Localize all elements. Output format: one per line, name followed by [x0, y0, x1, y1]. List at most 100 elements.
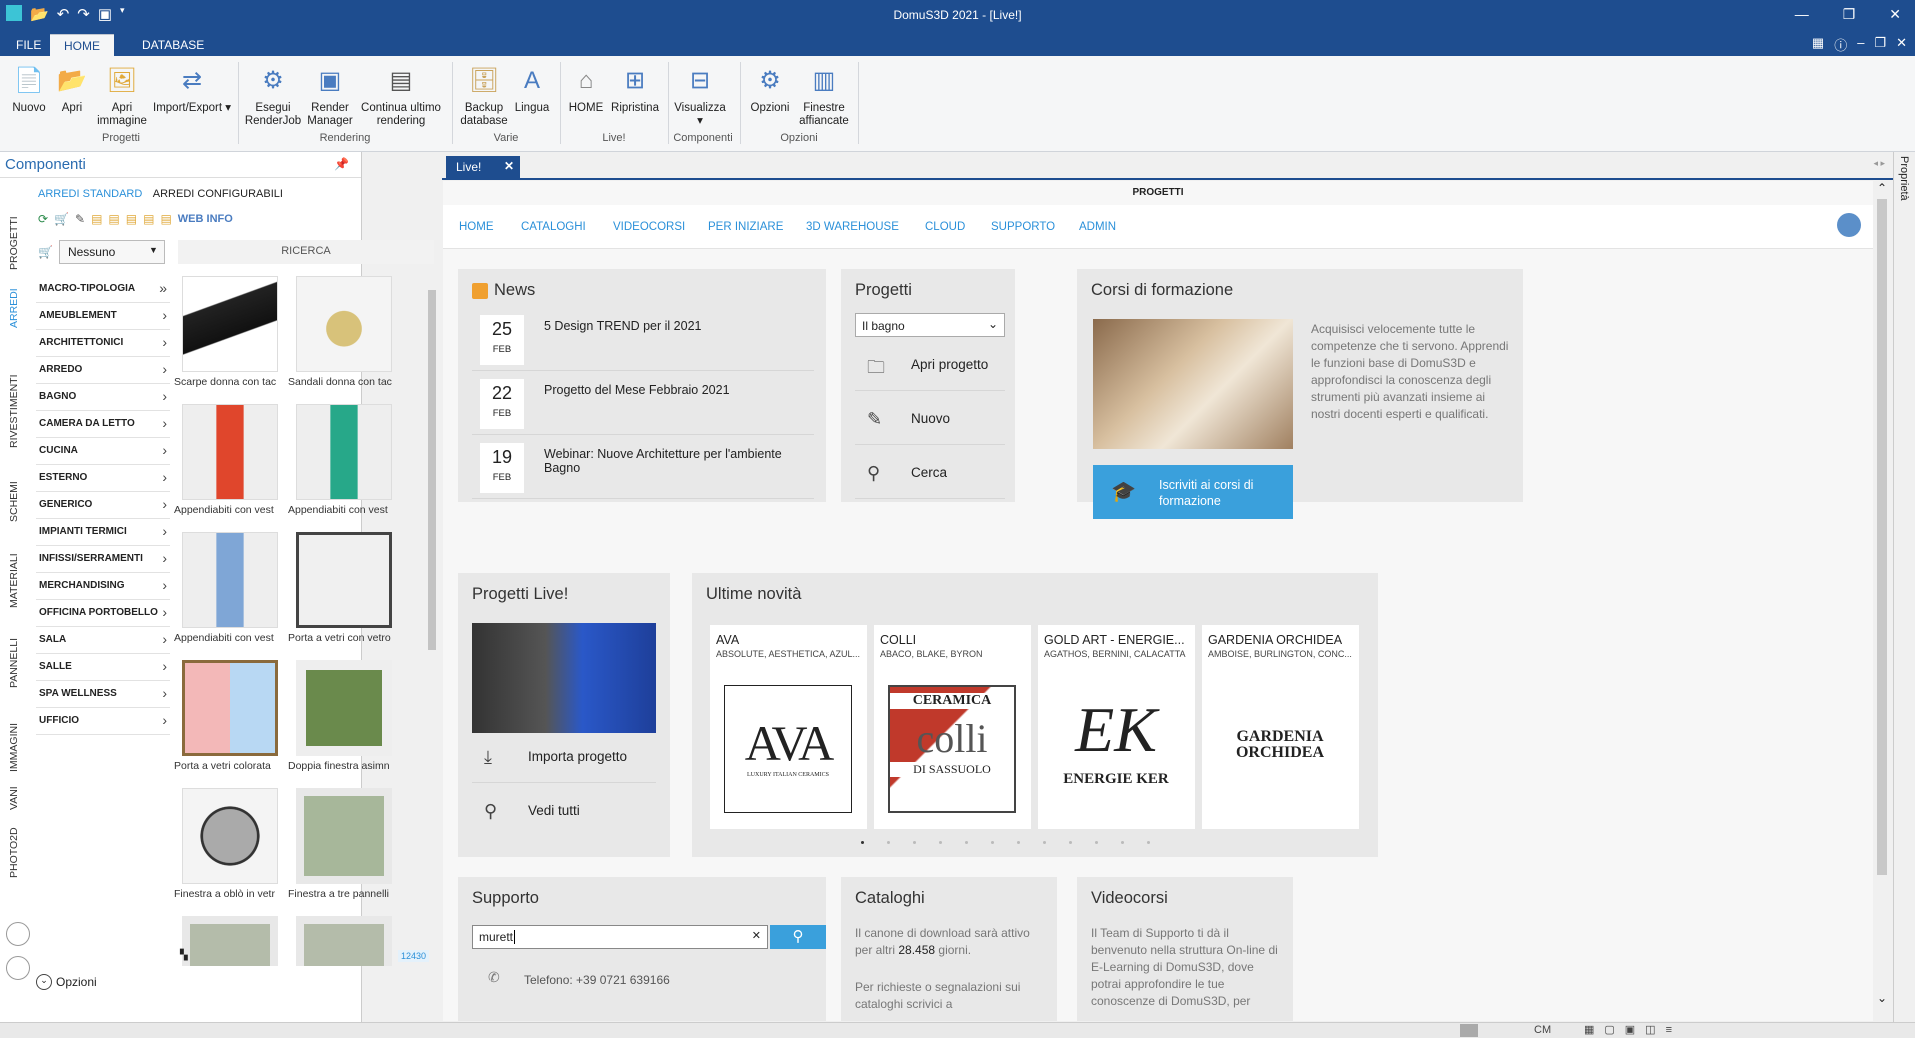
nav-cloud[interactable]: CLOUD — [925, 221, 965, 233]
category-item[interactable]: ARCHITETTONICI › — [36, 330, 170, 357]
visualizza-button[interactable]: ⊟ Visualizza ▾ — [672, 62, 728, 128]
cart-icon[interactable]: 🛒 — [54, 212, 69, 226]
item-card[interactable]: Appendiabiti con vest — [174, 532, 286, 644]
nav-admin[interactable]: ADMIN — [1079, 221, 1116, 233]
carousel-dot[interactable] — [887, 841, 890, 844]
item-card[interactable]: Appendiabiti con vest — [288, 404, 400, 516]
ripristina-button[interactable]: ⊞ Ripristina — [608, 62, 662, 115]
folder-image-icon[interactable]: ▤ — [160, 212, 171, 226]
user-avatar-icon[interactable] — [1837, 213, 1861, 237]
subtab-standard[interactable]: ARREDI STANDARD — [38, 188, 142, 200]
lingua-button[interactable]: A Lingua — [512, 62, 552, 115]
nav-per-iniziare[interactable]: PER INIZIARE — [708, 221, 783, 233]
folder-remove-icon[interactable]: ▤ — [143, 212, 154, 226]
vtab-materiali[interactable]: MATERIALI — [8, 553, 20, 608]
category-item[interactable]: UFFICIO › — [36, 708, 170, 735]
refresh-icon[interactable]: ⟳ — [38, 212, 48, 226]
news-item[interactable]: 25 FEB 5 Design TREND per il 2021 — [472, 309, 814, 371]
finestre-affiancate-button[interactable]: ▥ Finestre affiancate — [796, 62, 852, 128]
nav-home[interactable]: HOME — [459, 221, 494, 233]
item-card[interactable]: Scarpe donna con tac — [174, 276, 286, 388]
category-item[interactable]: ARREDO › — [36, 357, 170, 384]
vtab-photo2d[interactable]: PHOTO2D — [8, 827, 20, 878]
close-icon[interactable]: ✕ — [504, 159, 514, 173]
backup-database-button[interactable]: 🗄 Backup database — [456, 62, 512, 128]
support-search-button[interactable]: ⚲ — [770, 925, 826, 949]
chevron-down-icon[interactable]: ⌄ — [36, 974, 52, 990]
vtab-progetti[interactable]: PROGETTI — [8, 216, 20, 270]
support-search-input[interactable]: murett ✕ — [472, 925, 768, 949]
carousel-dot[interactable] — [965, 841, 968, 844]
category-item[interactable]: INFISSI/SERRAMENTI › — [36, 546, 170, 573]
item-card[interactable]: Finestra a tre pannelli — [288, 788, 400, 900]
vtab-immagini[interactable]: IMMAGINI — [8, 723, 20, 772]
item-card[interactable] — [174, 916, 286, 966]
carousel-dot[interactable] — [1017, 841, 1020, 844]
category-item[interactable]: IMPIANTI TERMICI › — [36, 519, 170, 546]
tab-file[interactable]: FILE — [2, 34, 55, 56]
items-scrollbar[interactable] — [428, 278, 436, 968]
scroll-up-icon[interactable]: ⌃ — [1877, 181, 1887, 195]
carousel-dot[interactable] — [1069, 841, 1072, 844]
item-card[interactable]: Porta a vetri colorata — [174, 660, 286, 772]
continua-rendering-button[interactable]: ▤ Continua ultimo rendering — [356, 62, 446, 128]
minimize-icon[interactable]: — — [1795, 6, 1809, 23]
category-item[interactable]: MACRO-TIPOLOGIA» — [36, 276, 170, 303]
carousel-dot[interactable] — [1043, 841, 1046, 844]
tab-home[interactable]: HOME — [50, 34, 114, 56]
options-link[interactable]: Opzioni — [56, 975, 97, 989]
folder-edit-icon[interactable]: ▤ — [108, 212, 119, 226]
nuovo-progetto-link[interactable]: ✎ Nuovo — [855, 395, 1005, 445]
components-search[interactable]: RICERCA — [178, 240, 434, 264]
scroll-down-icon[interactable]: ⌄ — [1877, 991, 1887, 1005]
item-card[interactable]: Finestra a oblò in vetr — [174, 788, 286, 900]
vedi-tutti-link[interactable]: ⚲ Vedi tutti — [472, 787, 656, 837]
web-info-button[interactable]: WEB INFO — [178, 213, 233, 225]
brand-card[interactable]: COLLI ABACO, BLAKE, BYRON CERAMICA colli… — [874, 625, 1031, 829]
brand-card[interactable]: AVA ABSOLUTE, AESTHETICA, AZUL... AVA LU… — [710, 625, 867, 829]
opzioni-button[interactable]: ⚙ Opzioni — [744, 62, 796, 115]
nav-cataloghi[interactable]: CATALOGHI — [521, 221, 586, 233]
main-scrollbar[interactable]: ⌃ ⌄ — [1873, 181, 1891, 1021]
filter-select[interactable]: Nessuno ▼ — [58, 240, 165, 264]
clear-icon[interactable]: ✕ — [752, 929, 761, 942]
arrow-left-icon[interactable]: ◂ ▸ — [1873, 158, 1885, 169]
category-item[interactable]: MERCHANDISING › — [36, 573, 170, 600]
tab-database[interactable]: DATABASE — [128, 34, 218, 56]
folder-icon[interactable]: ▤ — [91, 212, 102, 226]
category-item[interactable]: ESTERNO › — [36, 465, 170, 492]
category-item[interactable]: BAGNO › — [36, 384, 170, 411]
category-item[interactable]: GENERICO › — [36, 492, 170, 519]
item-card[interactable]: Doppia finestra asimn — [288, 660, 400, 772]
item-card[interactable]: Appendiabiti con vest — [174, 404, 286, 516]
folder-add-icon[interactable]: ▤ — [126, 212, 137, 226]
category-item[interactable]: OFFICINA PORTOBELLO › — [36, 600, 170, 627]
pin-icon[interactable]: 📌 — [334, 157, 349, 171]
vtab-rivestimenti[interactable]: RIVESTIMENTI — [8, 374, 20, 448]
carousel-dot[interactable] — [1121, 841, 1124, 844]
carousel-dot[interactable] — [1095, 841, 1098, 844]
cerca-progetto-link[interactable]: ⚲ Cerca — [855, 449, 1005, 499]
category-item[interactable]: AMEUBLEMENT › — [36, 303, 170, 330]
vtab-pannelli[interactable]: PANNELLI — [8, 638, 20, 688]
carousel-dot[interactable] — [1147, 841, 1150, 844]
brand-card[interactable]: GARDENIA ORCHIDEA AMBOISE, BURLINGTON, C… — [1202, 625, 1359, 829]
vtab-vani[interactable]: VANI — [8, 786, 20, 810]
carousel-dot[interactable] — [913, 841, 916, 844]
nav-videocorsi[interactable]: VIDEOCORSI — [613, 221, 685, 233]
news-item[interactable]: 19 FEB Webinar: Nuove Architetture per l'… — [472, 437, 814, 499]
close-icon[interactable]: ✕ — [1889, 6, 1901, 23]
item-card[interactable]: Porta a vetri con vetro — [288, 532, 400, 644]
nav-supporto[interactable]: SUPPORTO — [991, 221, 1055, 233]
home-button[interactable]: ⌂ HOME — [564, 62, 608, 115]
render-manager-button[interactable]: ▣ Render Manager — [304, 62, 356, 128]
nav-3d-warehouse[interactable]: 3D WAREHOUSE — [806, 221, 899, 233]
item-card[interactable] — [288, 916, 400, 966]
progetti-select[interactable]: Il bagno ⌄ — [855, 313, 1005, 337]
cart-icon[interactable] — [6, 956, 30, 980]
nuovo-button[interactable]: 📄 Nuovo — [8, 62, 50, 115]
carousel-dot[interactable] — [991, 841, 994, 844]
cloud-icon[interactable] — [6, 922, 30, 946]
properties-tab[interactable]: Proprietà — [1898, 156, 1910, 201]
minimize-icon[interactable]: – — [1857, 35, 1864, 54]
